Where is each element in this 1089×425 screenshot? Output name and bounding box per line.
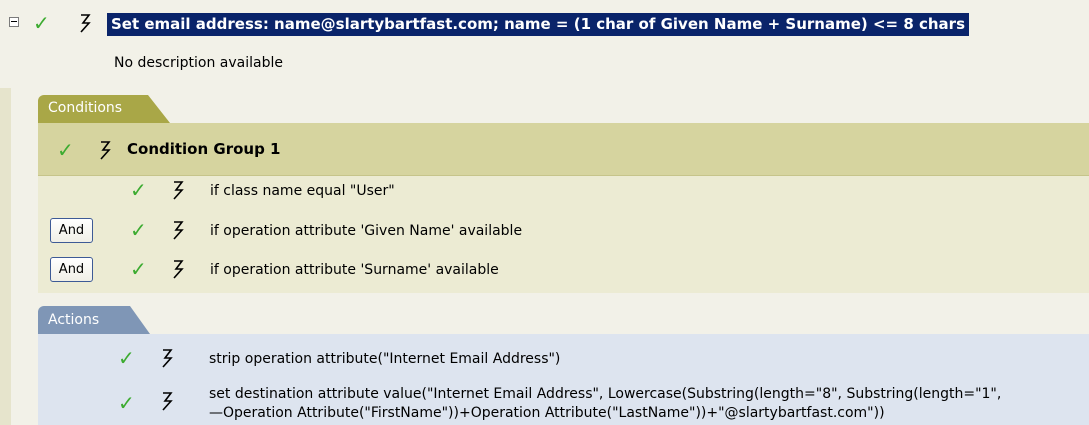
check-icon[interactable]: ✓ [118,348,135,368]
bolt-icon[interactable] [160,391,174,411]
rule-title[interactable]: Set email address: name@slartybartfast.c… [107,13,969,36]
condition-group-label: Condition Group 1 [127,140,281,158]
check-icon[interactable]: ✓ [130,259,147,279]
bolt-icon[interactable] [78,13,92,33]
condition-text[interactable]: if operation attribute 'Given Name' avai… [210,223,522,239]
condition-text[interactable]: if class name equal "User" [210,183,395,199]
collapse-icon[interactable] [9,17,19,27]
action-text-continuation: —Operation Attribute("FirstName"))+Opera… [209,405,885,421]
bolt-icon[interactable] [171,220,185,240]
and-connector-button[interactable]: And [50,257,93,282]
action-text[interactable]: set destination attribute value("Interne… [209,386,1001,402]
bolt-icon[interactable] [98,140,112,160]
check-icon[interactable]: ✓ [130,180,147,200]
check-icon[interactable]: ✓ [33,13,50,33]
rule-header: ✓ Set email address: name@slartybartfast… [0,0,1089,50]
condition-text[interactable]: if operation attribute 'Surname' availab… [210,262,499,278]
and-connector-button[interactable]: And [50,218,93,243]
check-icon[interactable]: ✓ [57,140,74,160]
rule-description: No description available [114,55,283,71]
action-text[interactable]: strip operation attribute("Internet Emai… [209,351,560,367]
actions-tab-label: Actions [48,312,100,328]
check-icon[interactable]: ✓ [118,393,135,413]
left-gutter [0,88,11,425]
bolt-icon[interactable] [160,348,174,368]
bolt-icon[interactable] [171,180,185,200]
conditions-tab-label: Conditions [48,100,123,116]
bolt-icon[interactable] [171,259,185,279]
check-icon[interactable]: ✓ [130,220,147,240]
